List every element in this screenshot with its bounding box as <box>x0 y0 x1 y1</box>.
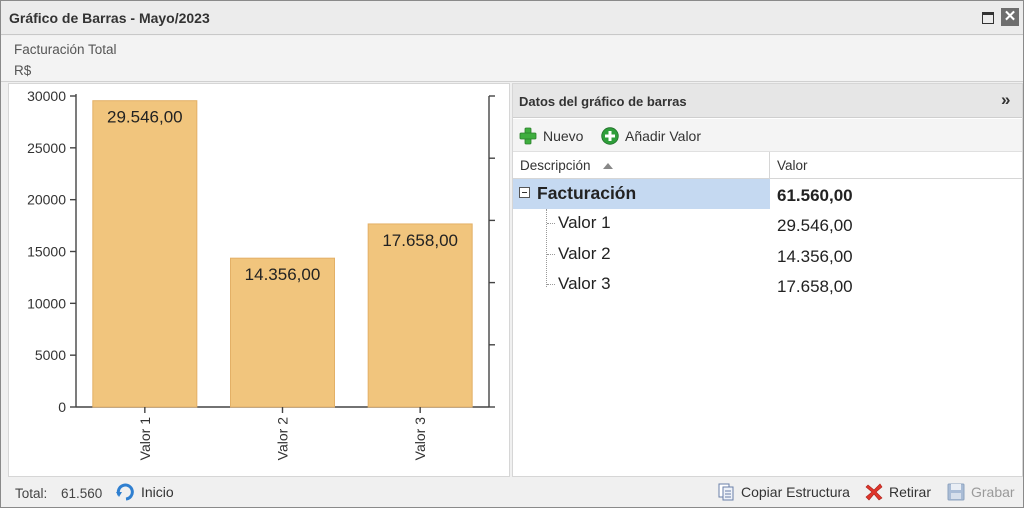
row-description: Facturación <box>537 183 637 203</box>
new-button-label: Nuevo <box>543 128 584 144</box>
tree-row[interactable]: Valor 2 14.356,00 <box>513 240 1022 270</box>
remove-label: Retirar <box>889 484 932 500</box>
x-tick-label: Valor 1 <box>137 417 153 461</box>
tree-branch <box>547 254 555 255</box>
collapse-icon[interactable]: » <box>1001 90 1010 110</box>
tree-branch <box>547 223 555 224</box>
home-button[interactable]: Inicio <box>116 483 174 501</box>
sort-ascending-icon <box>603 163 613 169</box>
title-bar: Gráfico de Barras - Mayo/2023 ✕ <box>1 1 1023 35</box>
data-toolbar: Nuevo Añadir Valor <box>513 119 1022 151</box>
y-tick-label: 0 <box>58 399 66 415</box>
y-tick-label: 5000 <box>35 347 66 363</box>
chart-window: Gráfico de Barras - Mayo/2023 ✕ Facturac… <box>0 0 1024 508</box>
add-circle-icon <box>601 127 619 145</box>
total-value: 61.560 <box>61 486 103 501</box>
data-pane: Datos del gráfico de barras » Nuevo Añad… <box>512 83 1023 477</box>
column-description[interactable]: Descripción <box>513 152 770 179</box>
bar-data-label: 14.356,00 <box>245 265 321 284</box>
y-tick-label: 25000 <box>27 140 66 156</box>
home-label: Inicio <box>141 484 174 500</box>
status-bar-left: Total: 61.560 Inicio <box>8 478 510 507</box>
row-value: 17.658,00 <box>777 277 853 296</box>
copy-structure-button[interactable]: Copiar Estructura <box>717 483 850 501</box>
save-label: Grabar <box>971 484 1015 500</box>
data-panel-header: Datos del gráfico de barras » <box>513 84 1022 118</box>
plus-icon <box>519 127 537 145</box>
save-disk-icon <box>947 483 965 501</box>
copy-icon <box>718 483 734 501</box>
y-tick-label: 30000 <box>27 88 66 104</box>
reset-icon <box>116 483 134 501</box>
grid-header: Descripción Valor <box>513 151 1022 179</box>
delete-x-icon <box>865 483 883 501</box>
row-value: 61.560,00 <box>777 186 853 205</box>
new-button[interactable]: Nuevo <box>519 126 583 146</box>
bar <box>367 223 473 408</box>
y-tick-label: 15000 <box>27 244 66 260</box>
add-value-button[interactable]: Añadir Valor <box>601 126 701 146</box>
remove-button[interactable]: Retirar <box>865 483 931 501</box>
column-value-label[interactable]: Valor <box>777 158 808 173</box>
tree-row[interactable]: Valor 1 29.546,00 <box>513 209 1022 239</box>
bar-data-label: 29.546,00 <box>107 108 183 127</box>
row-description: Valor 3 <box>558 274 611 293</box>
add-value-label: Añadir Valor <box>625 128 702 144</box>
save-button[interactable]: Grabar <box>947 483 1015 501</box>
tree-row-parent[interactable]: Facturación 61.560,00 <box>513 179 1022 209</box>
total-label: Total: <box>15 486 48 501</box>
status-bar-right: Copiar Estructura Retirar Grabar <box>512 478 1023 507</box>
maximize-icon[interactable] <box>979 8 997 26</box>
copy-structure-label: Copiar Estructura <box>741 484 850 500</box>
bar <box>92 100 198 408</box>
y-tick-label: 20000 <box>27 192 66 208</box>
header-unit: R$ <box>14 63 32 78</box>
collapse-node-icon[interactable] <box>519 187 530 198</box>
bar-data-label: 17.658,00 <box>382 231 458 250</box>
chart-header: Facturación Total R$ <box>1 36 1023 82</box>
header-title: Facturación Total <box>14 42 117 57</box>
column-description-label: Descripción <box>520 158 591 173</box>
data-panel-title: Datos del gráfico de barras <box>519 94 687 109</box>
row-value: 29.546,00 <box>777 216 853 235</box>
x-tick-label: Valor 2 <box>275 417 291 461</box>
chart-pane: 0 5000 10000 15000 20000 25000 30000 29.546,00 V… <box>8 83 510 477</box>
row-description: Valor 2 <box>558 244 611 263</box>
bar-chart: 0 5000 10000 15000 20000 25000 30000 29.546,00 V… <box>27 88 495 461</box>
row-description: Valor 1 <box>558 213 611 232</box>
y-tick-label: 10000 <box>27 295 66 311</box>
tree-branch <box>547 284 555 285</box>
x-tick-label: Valor 3 <box>412 417 428 461</box>
row-value: 14.356,00 <box>777 247 853 266</box>
close-button[interactable]: ✕ <box>1001 8 1019 26</box>
window-title: Gráfico de Barras - Mayo/2023 <box>9 10 210 26</box>
tree-row[interactable]: Valor 3 17.658,00 <box>513 270 1022 300</box>
